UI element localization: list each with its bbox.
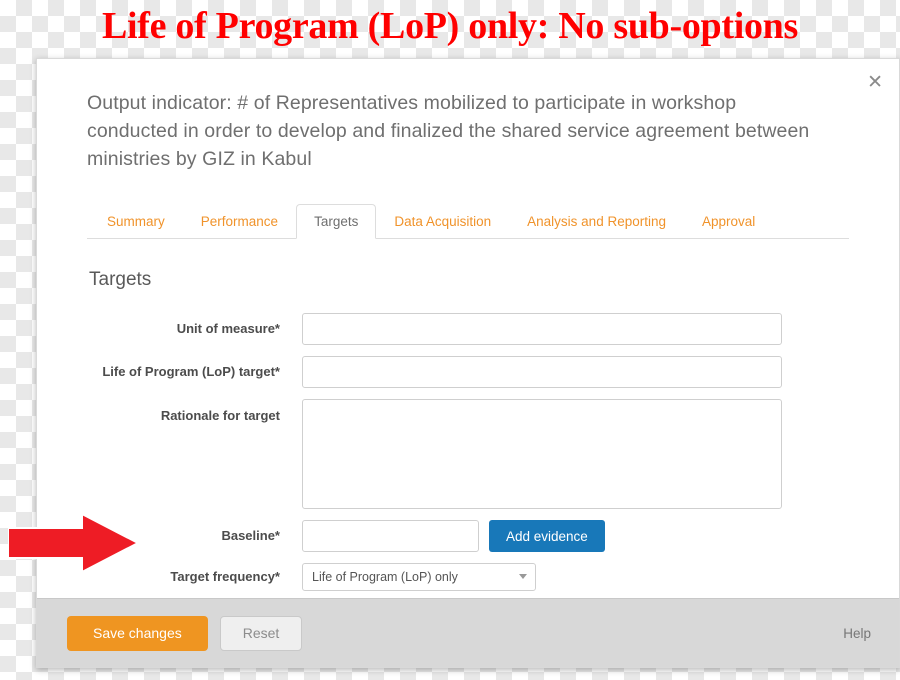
section-title: Targets [89, 269, 152, 290]
modal-footer: Save changes Reset Help [37, 598, 899, 667]
lop-target-input[interactable] [302, 356, 782, 388]
modal-body: Output indicator: # of Representatives m… [37, 59, 899, 591]
form-row-baseline: Baseline* Add evidence [87, 520, 849, 552]
baseline-label: Baseline* [221, 528, 280, 543]
tab-targets[interactable]: Targets [296, 204, 377, 239]
reset-button[interactable]: Reset [219, 615, 303, 651]
add-evidence-button[interactable]: Add evidence [489, 520, 605, 552]
tab-summary[interactable]: Summary [89, 204, 183, 239]
tab-approval[interactable]: Approval [684, 204, 773, 239]
close-icon[interactable]: ✕ [867, 73, 883, 92]
form-row-target-frequency: Target frequency* Life of Program (LoP) … [87, 563, 849, 591]
indicator-heading: Output indicator: # of Representatives m… [87, 92, 810, 170]
help-link[interactable]: Help [843, 626, 871, 641]
targets-modal: ✕ Output indicator: # of Representatives… [36, 58, 900, 668]
rationale-label: Rationale for target [160, 408, 280, 423]
lop-target-label: Life of Program (LoP) target* [102, 364, 280, 379]
rationale-textarea[interactable] [302, 399, 782, 509]
unit-of-measure-label: Unit of measure* [176, 321, 280, 336]
tab-performance[interactable]: Performance [183, 204, 296, 239]
tab-data-acquisition[interactable]: Data Acquisition [376, 204, 509, 239]
form-row-lop-target: Life of Program (LoP) target* [87, 356, 849, 388]
save-changes-button[interactable]: Save changes [67, 615, 208, 651]
baseline-input[interactable] [302, 520, 479, 552]
target-frequency-value[interactable]: Life of Program (LoP) only [302, 563, 536, 591]
target-frequency-label: Target frequency* [170, 569, 280, 584]
unit-of-measure-input[interactable] [302, 313, 782, 345]
target-frequency-select[interactable]: Life of Program (LoP) only [302, 563, 536, 591]
form-row-unit-of-measure: Unit of measure* [87, 313, 849, 345]
form-row-rationale: Rationale for target [87, 399, 849, 509]
tab-analysis-and-reporting[interactable]: Analysis and Reporting [509, 204, 684, 239]
tab-bar: Summary Performance Targets Data Acquisi… [87, 201, 849, 239]
banner-title: Life of Program (LoP) only: No sub-optio… [101, 5, 799, 47]
